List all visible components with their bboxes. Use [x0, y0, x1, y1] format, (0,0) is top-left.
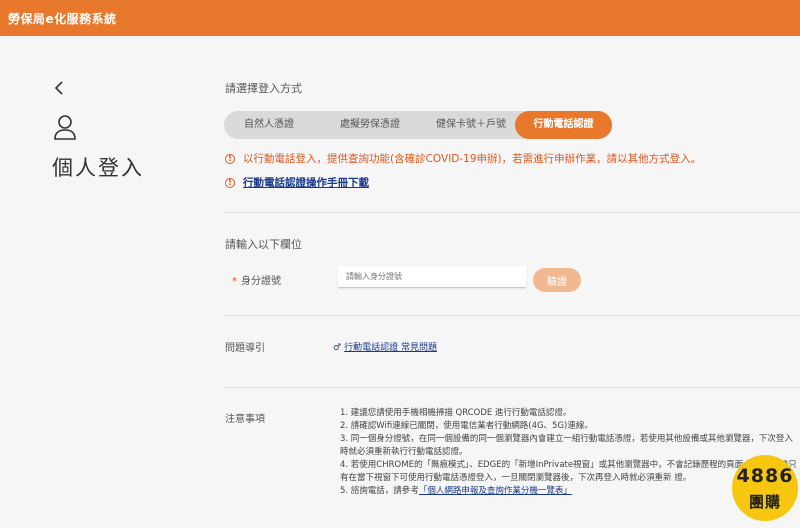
watermark-logo: 4886 團購	[732, 455, 798, 521]
faq-row: ♂ 行動電話認證 常見問題	[333, 340, 437, 353]
divider	[224, 387, 800, 388]
manual-download-link[interactable]: 行動電話認證操作手冊下載	[243, 177, 369, 189]
manual-notice: ! 行動電話認證操作手冊下載	[225, 175, 369, 190]
tab-virtual-labor-certificate[interactable]: 處擬勞保憑證	[314, 111, 426, 139]
required-mark: *	[232, 276, 237, 287]
id-field-label: * 身分證號	[232, 272, 281, 287]
app-title: 勞保局e化服務系統	[8, 12, 117, 26]
note-item: 4. 若使用CHROME的「無痕模式」、EDGE的「新增InPrivate視窗」…	[340, 460, 797, 483]
faq-label: 問題導引	[225, 343, 265, 354]
faq-link[interactable]: 行動電話認證 常見問題	[344, 343, 437, 353]
id-number-input[interactable]	[338, 266, 526, 288]
watermark-text: 團購	[748, 493, 781, 511]
verify-button[interactable]: 驗證	[533, 268, 581, 292]
app-header: 勞保局e化服務系統	[0, 0, 800, 36]
login-method-label: 請選擇登入方式	[225, 82, 302, 95]
user-icon	[54, 115, 76, 140]
watermark-number: 4886	[736, 465, 794, 487]
note-item: 5. 諮詢電話，請參考「個人網路申報及查詢作業分機一覽表」	[340, 485, 800, 498]
note-item: 2. 請確認Wifi連線已關閉，使用電信業者行動網路(4G、5G)連線。	[340, 421, 593, 431]
covid-notice: ! 以行動電話登入，提供查詢功能(含確診COVID-19申辦)，若需進行申辦作業，…	[225, 151, 701, 166]
notes-list: 1. 建議您請使用手機相機掃描 QRCODE 進行行動電話認證。 2. 請確認W…	[340, 407, 800, 498]
covid-notice-text: 以行動電話登入，提供查詢功能(含確診COVID-19申辦)，若需進行申辦作業，請…	[243, 153, 702, 165]
tab-health-card[interactable]: 健保卡號＋戶號	[426, 111, 516, 139]
divider	[224, 212, 800, 213]
note-item: 1. 建議您請使用手機相機掃描 QRCODE 進行行動電話認證。	[340, 408, 572, 418]
login-method-tabs: 自然人憑證 處擬勞保憑證 健保卡號＋戶號 行動電話認證	[224, 111, 612, 139]
back-arrow-icon[interactable]	[52, 79, 66, 97]
tab-citizen-certificate[interactable]: 自然人憑證	[224, 111, 314, 139]
id-label-text: 身分證號	[241, 276, 281, 287]
note-item-text: 5. 諮詢電話，請參考	[340, 486, 419, 496]
alert-icon: !	[225, 154, 235, 164]
alert-icon: !	[225, 178, 235, 188]
form-section-label: 請輸入以下欄位	[225, 238, 302, 251]
extension-list-link[interactable]: 「個人網路申報及查詢作業分機一覽表」	[419, 486, 572, 496]
notes-label: 注意事項	[225, 414, 265, 425]
divider	[224, 315, 800, 316]
page-title: 個人登入	[52, 156, 144, 180]
tab-mobile-phone[interactable]: 行動電話認證	[515, 111, 612, 139]
note-item: 3. 同一個身分證號，在同一個設備的同一個瀏覽器內會建立一組行動電話憑證，若使用…	[340, 434, 793, 457]
faq-link-icon: ♂	[333, 343, 342, 353]
